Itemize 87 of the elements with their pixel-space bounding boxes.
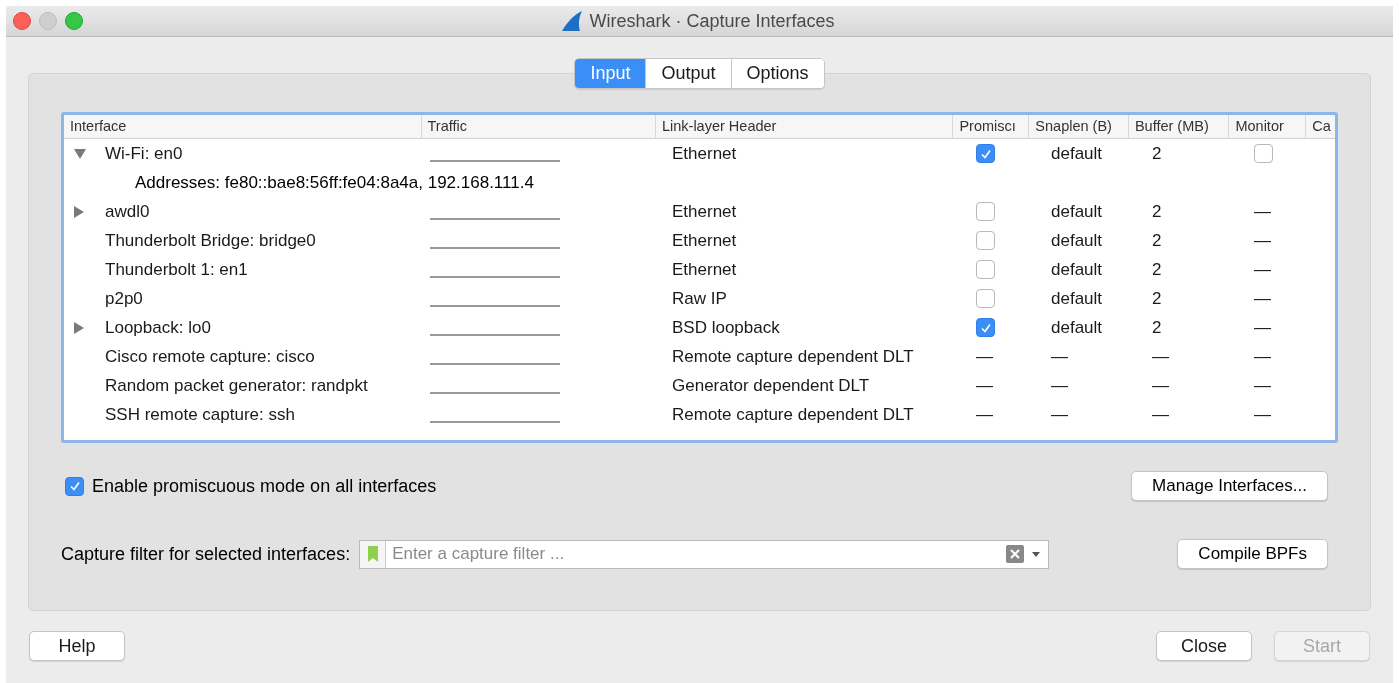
table-cell: Generator dependent DLT	[672, 375, 870, 395]
capture-filter-input[interactable]: Enter a capture filter ...	[386, 541, 1007, 567]
interface-name: SSH remote capture: ssh	[105, 403, 295, 426]
capture-filter-label: Capture filter for selected interfaces:	[61, 542, 351, 566]
interface-name: Thunderbolt Bridge: bridge0	[105, 229, 316, 252]
manage-interfaces-button[interactable]: Manage Interfaces...	[1131, 471, 1328, 501]
promiscuous-all-checkbox[interactable]	[65, 476, 84, 496]
table-cell: Raw IP	[672, 288, 727, 308]
table-cell: —	[1152, 404, 1169, 424]
checkbox-label: Enable promiscuous mode on all interfaces	[92, 474, 437, 498]
table-cell: BSD loopback	[672, 317, 780, 337]
table-cell: —	[1152, 346, 1169, 366]
column-header[interactable]: Traffic	[427, 115, 467, 138]
table-cell: Remote capture dependent DLT	[672, 346, 914, 366]
clear-icon[interactable]	[1006, 545, 1025, 563]
table-cell: —	[1051, 375, 1068, 395]
table-cell: default	[1051, 230, 1103, 250]
column-header[interactable]: Link-layer Header	[661, 115, 777, 138]
table-cell-text: —	[1254, 403, 1271, 426]
promiscuous-checkbox[interactable]	[976, 260, 995, 279]
table-cell: —	[1152, 375, 1169, 395]
table-cell: default	[1051, 288, 1103, 308]
table-cell: 2	[1152, 230, 1162, 250]
table-cell: —	[1051, 404, 1068, 424]
table-cell-text: —	[976, 374, 993, 397]
interface-name: Loopback: lo0	[105, 316, 211, 339]
checkmark-icon	[979, 321, 992, 334]
capture-filter-combo[interactable]: Enter a capture filter ...	[359, 539, 1050, 569]
interface-name: Wi-Fi: en0	[105, 142, 183, 165]
compile-bpfs-button[interactable]: Compile BPFs	[1177, 539, 1328, 569]
tab[interactable]: Options	[730, 59, 824, 88]
column-header[interactable]: Interface	[70, 115, 127, 138]
expanded-triangle-icon[interactable]	[74, 148, 86, 159]
zoom-window-icon[interactable]	[65, 12, 83, 30]
promiscuous-checkbox[interactable]	[976, 231, 995, 250]
table-cell: Ethernet	[672, 201, 737, 221]
close-window-icon[interactable]	[13, 12, 31, 30]
table-cell-text: —	[1254, 200, 1271, 223]
column-header[interactable]: Monitor	[1235, 115, 1284, 138]
promiscuous-checkbox[interactable]	[976, 289, 995, 308]
table-cell: Ethernet	[672, 259, 737, 279]
collapsed-triangle-icon[interactable]	[74, 205, 84, 218]
monitor-checkbox[interactable]	[1254, 144, 1273, 163]
checkmark-icon	[68, 480, 81, 492]
table-cell: 2	[1152, 317, 1162, 337]
interface-name: Thunderbolt 1: en1	[105, 258, 248, 281]
table-cell: —	[1051, 346, 1068, 366]
table-cell-text: —	[1254, 374, 1271, 397]
column-header[interactable]: Promiscı	[959, 115, 1016, 138]
interface-name: awdl0	[105, 200, 150, 223]
shark-fin-icon	[561, 11, 584, 31]
table-cell: Ethernet	[672, 230, 737, 250]
address-line: Addresses: fe80::bae8:56ff:fe04:8a4a, 192.168.111.4	[135, 171, 534, 194]
table-cell: 2	[1152, 143, 1162, 163]
tab[interactable]: Output	[645, 59, 731, 88]
table-cell: default	[1051, 201, 1103, 221]
table-cell: 2	[1152, 259, 1162, 279]
promiscuous-checkbox[interactable]	[976, 202, 995, 221]
table-cell: default	[1051, 143, 1103, 163]
dialog-button[interactable]: Close	[1156, 631, 1252, 661]
checkmark-icon	[979, 147, 992, 160]
table-cell: 2	[1152, 288, 1162, 308]
collapsed-triangle-icon[interactable]	[74, 321, 84, 334]
table-cell-text: —	[1254, 258, 1271, 281]
table-cell-text: —	[1254, 229, 1271, 252]
dialog-button[interactable]: Help	[29, 631, 125, 661]
dropdown-caret-icon[interactable]	[1032, 551, 1041, 557]
table-cell: Ethernet	[672, 143, 737, 163]
column-header[interactable]: Ca	[1312, 115, 1331, 138]
table-cell: Remote capture dependent DLT	[672, 404, 914, 424]
interface-name: Random packet generator: randpkt	[105, 374, 368, 397]
window-title: Wireshark · Capture Interfaces	[589, 9, 835, 33]
table-cell-text: —	[1254, 287, 1271, 310]
table-cell-text: —	[976, 403, 993, 426]
table-cell-text: —	[1254, 316, 1271, 339]
bookmark-icon[interactable]	[367, 546, 378, 562]
table-cell-text: —	[976, 345, 993, 368]
interface-name: Cisco remote capture: cisco	[105, 345, 315, 368]
table-cell: default	[1051, 259, 1103, 279]
promiscuous-checkbox[interactable]	[976, 144, 995, 163]
table-cell: default	[1051, 317, 1103, 337]
table-cell: 2	[1152, 201, 1162, 221]
promiscuous-checkbox[interactable]	[976, 318, 995, 337]
interface-name: p2p0	[105, 287, 143, 310]
column-header[interactable]: Buffer (MB)	[1134, 115, 1209, 138]
column-header[interactable]: Snaplen (B)	[1035, 115, 1112, 138]
table-cell-text: —	[1254, 345, 1271, 368]
